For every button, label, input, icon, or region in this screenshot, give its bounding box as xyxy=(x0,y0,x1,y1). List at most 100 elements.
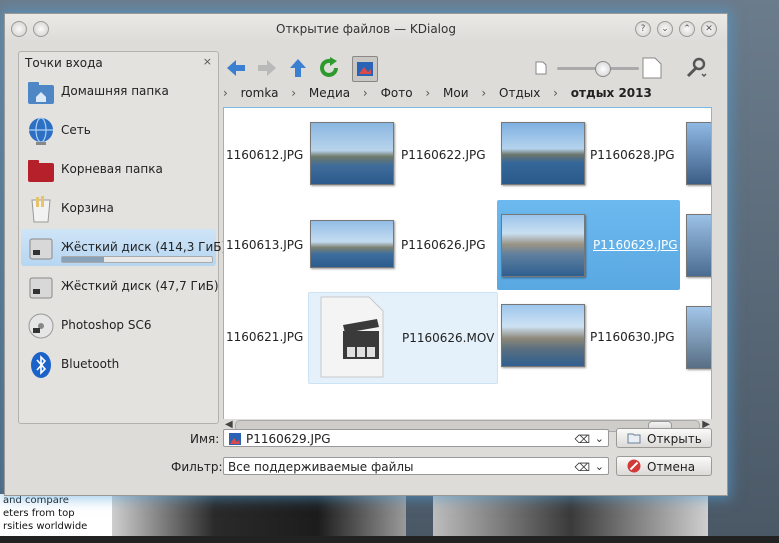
file-item[interactable]: 1160621.JPG xyxy=(224,292,304,382)
place-label: Сеть xyxy=(61,123,91,137)
home-folder-icon xyxy=(28,82,54,104)
forward-arrow-icon[interactable] xyxy=(255,56,279,80)
optical-disc-icon xyxy=(28,313,54,339)
background-strip xyxy=(0,536,779,543)
hard-disk-icon xyxy=(29,238,53,260)
file-item[interactable]: 1160613.JPG xyxy=(224,200,304,290)
breadcrumb-separator: › xyxy=(425,86,431,100)
breadcrumb-separator: › xyxy=(481,86,487,100)
file-item[interactable]: 1160612.JPG xyxy=(224,110,304,200)
file-name: 1160612.JPG xyxy=(226,148,304,162)
title-bar: Открытие файлов — KDialog ? ⌄ ⌃ ✕ xyxy=(5,14,727,44)
network-globe-icon xyxy=(29,117,53,145)
open-button[interactable]: Открыть xyxy=(616,428,712,448)
place-trash[interactable]: Корзина xyxy=(21,190,216,227)
back-arrow-icon[interactable] xyxy=(224,56,248,80)
place-label: Bluetooth xyxy=(61,357,120,371)
cancel-button[interactable]: Отмена xyxy=(616,456,712,476)
minimize-button[interactable]: ⌄ xyxy=(657,21,673,37)
filter-label: Фильтр: xyxy=(171,460,223,474)
filter-combobox[interactable]: Все поддерживаемые файлы ⌫ ⌄ xyxy=(223,457,609,475)
place-label: Жёсткий диск (47,7 ГиБ) xyxy=(61,279,219,293)
up-arrow-icon[interactable] xyxy=(286,56,310,80)
file-name: P1160630.JPG xyxy=(590,330,675,344)
open-button-label: Открыть xyxy=(647,432,702,446)
places-panel: Точки входа × Домашняя папка Сеть Корнев… xyxy=(18,51,226,424)
open-folder-icon xyxy=(627,433,641,444)
disk-usage-bar xyxy=(61,256,213,263)
bluetooth-icon xyxy=(31,352,51,378)
window-title: Открытие файлов — KDialog xyxy=(276,22,456,36)
wrench-options-icon[interactable] xyxy=(683,56,707,80)
place-bluetooth[interactable]: Bluetooth xyxy=(21,346,216,383)
place-photoshop-disc[interactable]: Photoshop SC6 xyxy=(21,307,216,344)
zoom-slider-handle[interactable] xyxy=(595,61,611,77)
file-item[interactable]: P1160622.JPG xyxy=(308,110,498,200)
help-button[interactable]: ? xyxy=(635,21,651,37)
breadcrumb-item[interactable]: Отдых xyxy=(499,86,540,100)
photo-thumbnail xyxy=(686,122,711,185)
trash-icon xyxy=(31,196,51,223)
reload-icon[interactable] xyxy=(317,56,341,80)
clear-text-icon[interactable]: ⌫ xyxy=(574,459,590,477)
photo-thumbnail xyxy=(686,306,711,369)
name-label: Имя: xyxy=(190,432,220,446)
breadcrumb-current[interactable]: отдых 2013 xyxy=(571,86,652,100)
preview-toggle-icon[interactable] xyxy=(352,56,378,82)
photo-thumbnail xyxy=(310,220,394,268)
cancel-icon xyxy=(627,459,641,473)
breadcrumb: › romka › Медиа › Фото › Мои › Отдых › о… xyxy=(223,86,661,104)
clear-text-icon[interactable]: ⌫ xyxy=(574,431,590,449)
breadcrumb-item[interactable]: Фото xyxy=(381,86,413,100)
file-item[interactable]: P1160630.JPG xyxy=(497,292,687,382)
photo-thumbnail xyxy=(501,122,585,185)
photo-thumbnail xyxy=(501,214,585,277)
place-label: Корневая папка xyxy=(61,162,163,176)
file-view[interactable]: 1160612.JPG P1160622.JPG P1160628.JPG 11… xyxy=(223,107,712,422)
background-text-line: rsities worldwide xyxy=(3,521,88,532)
file-item[interactable]: P1160626.JPG xyxy=(308,200,498,290)
cancel-button-label: Отмена xyxy=(647,460,696,474)
breadcrumb-item[interactable]: Мои xyxy=(443,86,469,100)
place-hard-disk-47[interactable]: Жёсткий диск (47,7 ГиБ) xyxy=(21,268,219,305)
background-text-line: eters from top xyxy=(3,508,75,519)
root-folder-icon xyxy=(28,160,54,182)
places-close-button[interactable]: × xyxy=(203,55,212,68)
file-dialog-window: Открытие файлов — KDialog ? ⌄ ⌃ ✕ Точки … xyxy=(4,13,728,496)
close-button[interactable]: ✕ xyxy=(701,21,717,37)
place-root[interactable]: Корневая папка xyxy=(21,151,216,188)
place-label: Photoshop SC6 xyxy=(61,318,152,332)
name-combobox[interactable]: P1160629.JPG ⌫ ⌄ xyxy=(223,429,609,447)
place-home[interactable]: Домашняя папка xyxy=(21,73,216,110)
breadcrumb-item[interactable]: Медиа xyxy=(309,86,350,100)
zoom-in-icon[interactable] xyxy=(641,56,663,80)
file-name: 1160613.JPG xyxy=(226,238,304,252)
zoom-slider[interactable] xyxy=(557,61,639,77)
breadcrumb-separator: › xyxy=(553,86,558,100)
place-hard-disk-414[interactable]: Жёсткий диск (414,3 ГиБ) xyxy=(21,229,226,266)
breadcrumb-separator: › xyxy=(362,86,368,100)
photo-thumbnail xyxy=(310,122,394,185)
name-input[interactable]: P1160629.JPG xyxy=(246,432,331,446)
chevron-down-icon[interactable]: ⌄ xyxy=(595,458,604,476)
video-file-icon xyxy=(320,296,384,378)
place-label: Домашняя папка xyxy=(61,84,169,98)
hard-disk-icon xyxy=(29,277,53,299)
breadcrumb-separator: › xyxy=(223,86,228,100)
place-network[interactable]: Сеть xyxy=(21,112,216,149)
file-name: P1160628.JPG xyxy=(590,148,675,162)
file-item-hovered[interactable]: P1160626.MOV xyxy=(308,292,498,384)
file-name: 1160621.JPG xyxy=(226,330,304,344)
file-item[interactable]: P1160628.JPG xyxy=(497,110,687,200)
maximize-button[interactable]: ⌃ xyxy=(679,21,695,37)
photo-thumbnail xyxy=(686,214,711,277)
breadcrumb-separator: › xyxy=(291,86,297,100)
filter-value[interactable]: Все поддерживаемые файлы xyxy=(228,460,414,474)
chevron-down-icon[interactable]: ⌄ xyxy=(595,430,604,448)
zoom-out-icon[interactable] xyxy=(533,56,549,80)
places-title: Точки входа xyxy=(25,56,103,70)
file-name: P1160622.JPG xyxy=(401,148,486,162)
image-file-icon xyxy=(229,433,241,445)
file-item-selected[interactable]: P1160629.JPG xyxy=(497,200,680,290)
breadcrumb-item[interactable]: romka xyxy=(241,86,279,100)
